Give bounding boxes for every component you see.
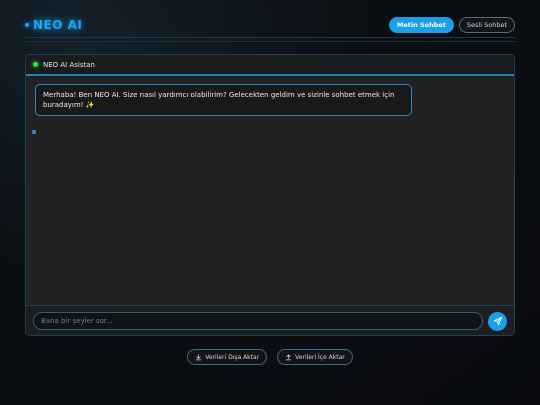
input-bar xyxy=(26,305,514,335)
assistant-message: Merhaba! Ben NEO AI. Size nasıl yardımcı… xyxy=(35,84,412,116)
export-data-button[interactable]: Verileri Dışa Aktar xyxy=(187,349,268,365)
data-actions: Verileri Dışa Aktar Verileri İçe Aktar xyxy=(0,349,540,365)
logo-text: NEO AI xyxy=(33,17,83,32)
send-button[interactable] xyxy=(488,311,507,331)
message-text: Merhaba! Ben NEO AI. Size nasıl yardımcı… xyxy=(43,91,395,109)
chat-panel: NEO AI Asistan Merhaba! Ben NEO AI. Size… xyxy=(25,54,515,336)
bubble-tail xyxy=(32,130,36,134)
message-list[interactable]: Merhaba! Ben NEO AI. Size nasıl yardımcı… xyxy=(26,78,514,305)
logo-dot-icon xyxy=(25,22,29,27)
chat-header: NEO AI Asistan xyxy=(26,55,514,76)
import-data-button[interactable]: Verileri İçe Aktar xyxy=(277,349,353,365)
mode-tabs: Metin Sohbet Sesli Sohbet xyxy=(388,16,515,33)
download-icon xyxy=(196,353,202,360)
app-header: NEO AI Metin Sohbet Sesli Sohbet xyxy=(25,12,515,38)
import-label: Verileri İçe Aktar xyxy=(295,353,345,361)
tab-text-chat[interactable]: Metin Sohbet xyxy=(388,16,454,33)
tab-voice-chat[interactable]: Sesli Sohbet xyxy=(458,16,515,33)
assistant-name: NEO AI Asistan xyxy=(43,60,95,69)
send-icon xyxy=(493,316,502,326)
online-status-icon xyxy=(33,62,38,67)
export-label: Verileri Dışa Aktar xyxy=(205,353,260,361)
upload-icon xyxy=(285,353,292,360)
message-input[interactable] xyxy=(33,312,483,330)
app-logo[interactable]: NEO AI xyxy=(25,18,82,32)
header-divider xyxy=(25,41,515,42)
